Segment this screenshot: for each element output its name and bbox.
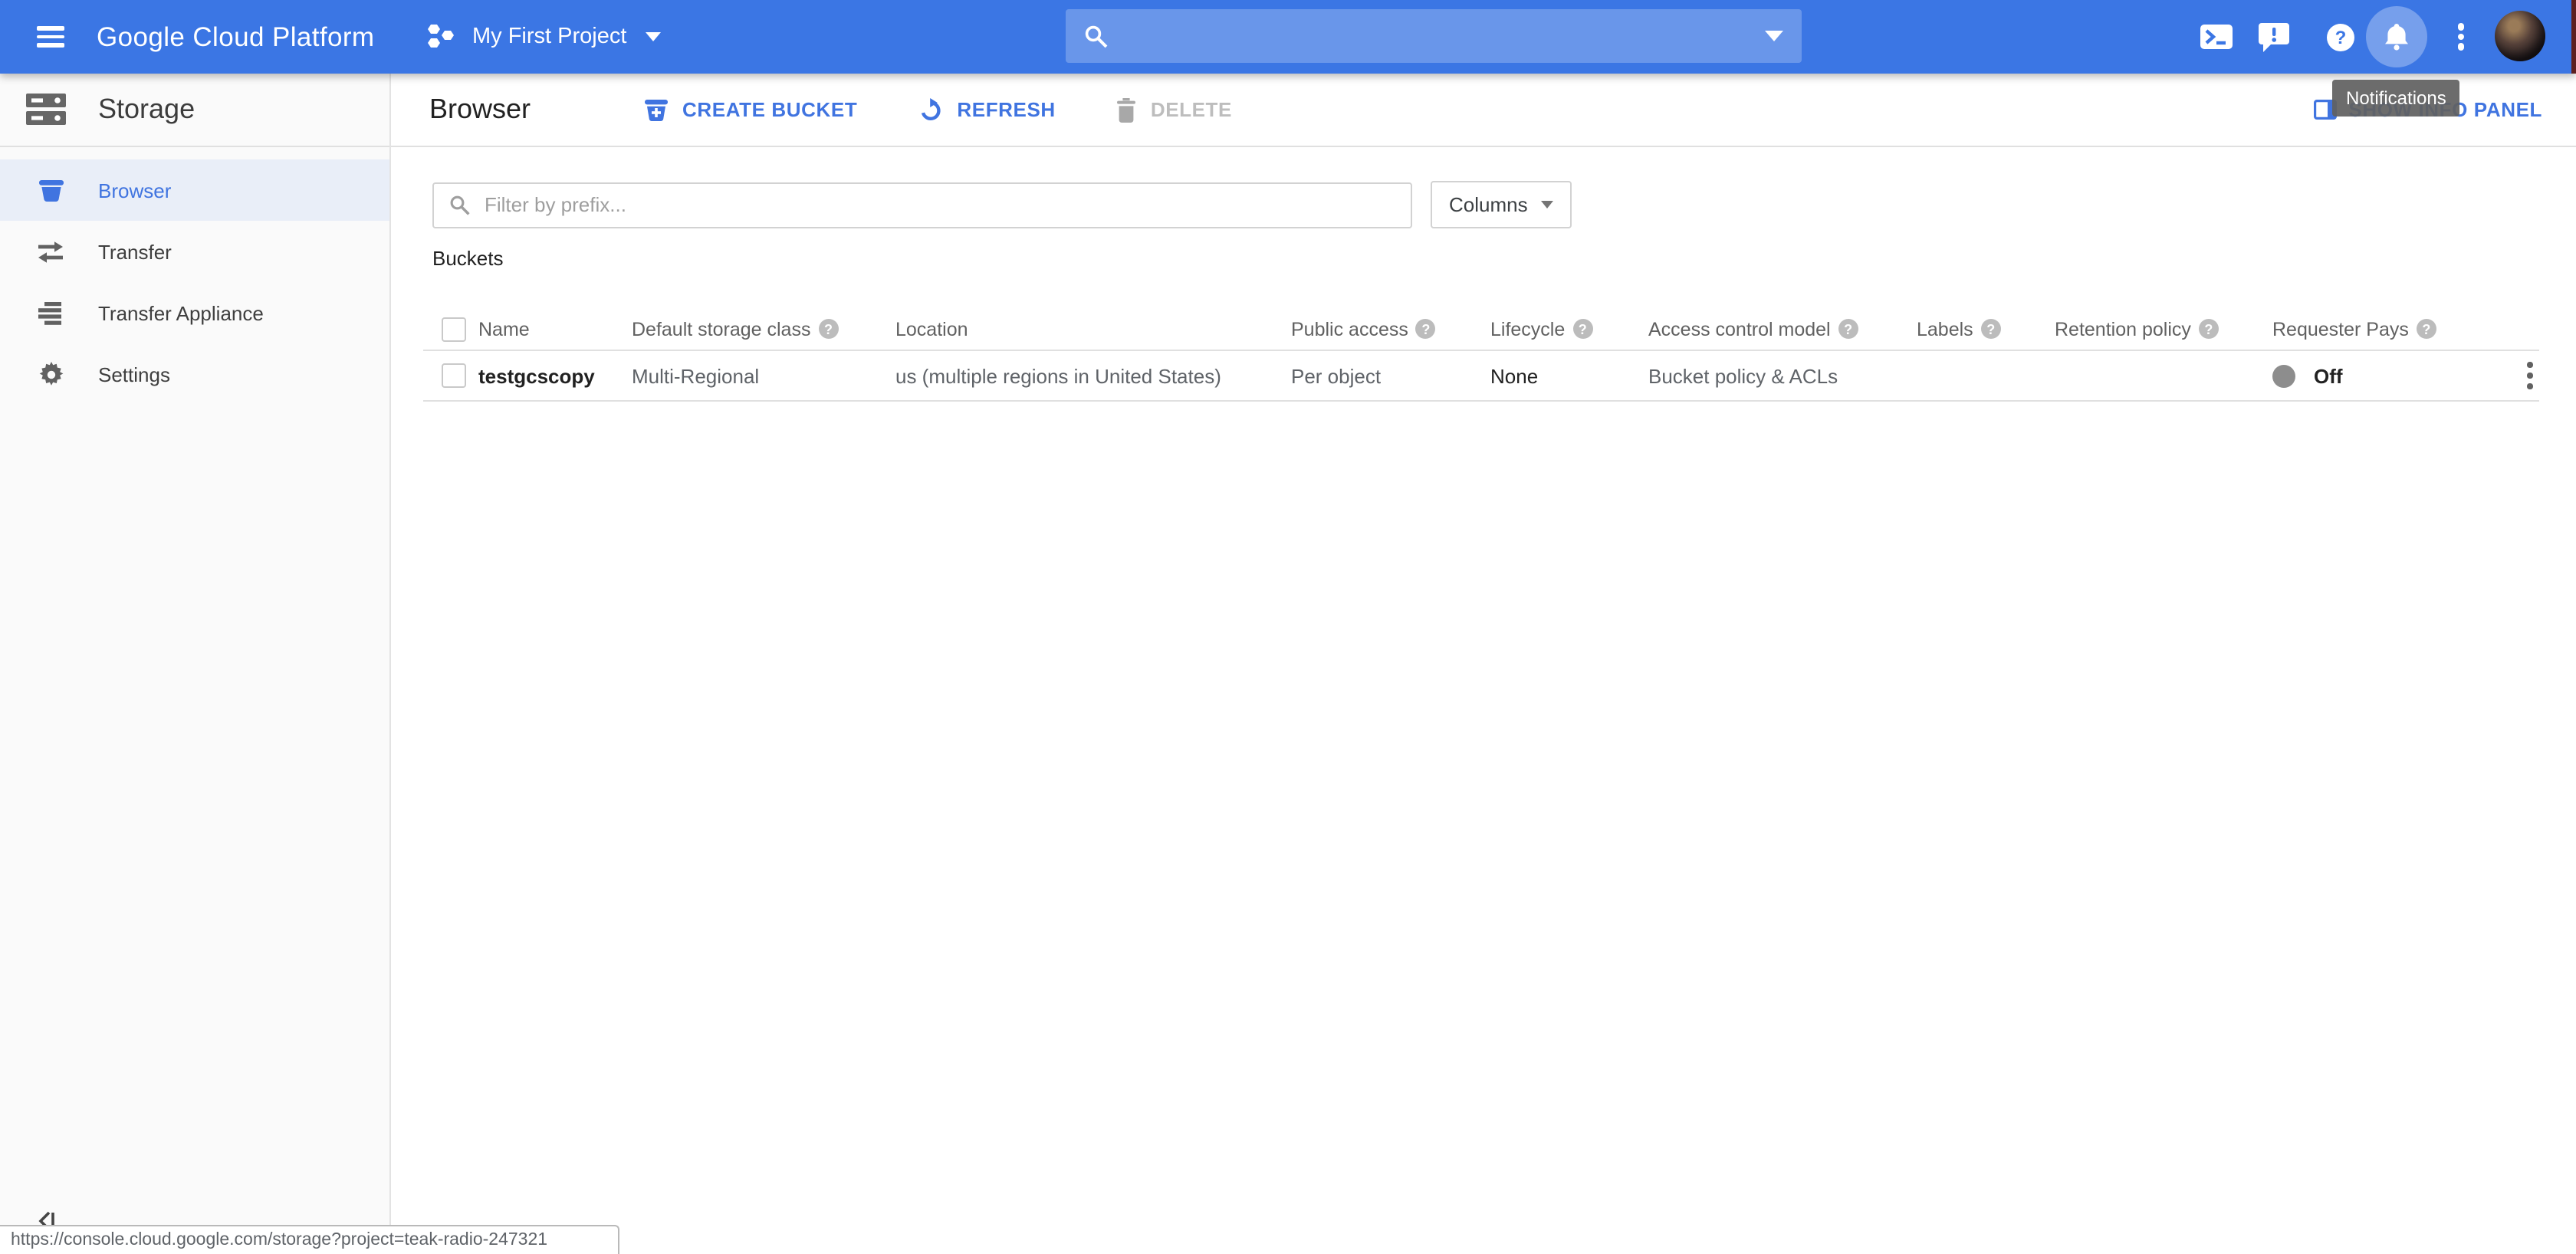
table-row: testgcscopy Multi-Regional us (multiple … xyxy=(423,351,2539,402)
filter-field[interactable] xyxy=(432,182,1412,228)
lifecycle-value: None xyxy=(1490,364,1538,387)
delete-button[interactable]: DELETE xyxy=(1117,97,1232,122)
row-menu-button[interactable] xyxy=(2528,360,2533,392)
page-header: Browser CREATE BUCKET REFRESH xyxy=(391,74,2576,147)
gcp-console: Google Cloud Platform My First Project xyxy=(0,0,2576,1254)
create-bucket-label: CREATE BUCKET xyxy=(682,98,857,121)
global-search[interactable] xyxy=(1066,9,1802,63)
sidebar-item-label: Settings xyxy=(98,363,170,386)
location-value: us (multiple regions in United States) xyxy=(895,364,1221,387)
storage-product-icon xyxy=(26,94,66,126)
columns-label: Columns xyxy=(1449,193,1528,216)
col-header-storage-class[interactable]: Default storage class xyxy=(632,318,810,340)
product-header: Storage xyxy=(0,74,389,147)
filter-row: Columns xyxy=(432,181,2576,228)
col-header-name[interactable]: Name xyxy=(478,318,530,340)
table-header-row: Name Default storage class ? Location Pu… xyxy=(423,308,2539,351)
storage-class-value: Multi-Regional xyxy=(632,364,759,387)
project-name: My First Project xyxy=(472,25,626,49)
notifications-bell-icon xyxy=(2383,23,2410,51)
sidebar-item-transfer-appliance[interactable]: Transfer Appliance xyxy=(0,282,389,343)
requester-pays-off-indicator xyxy=(2272,364,2295,387)
help-icon[interactable]: ? xyxy=(2417,319,2436,339)
help-icon[interactable]: ? xyxy=(2199,319,2219,339)
help-icon[interactable]: ? xyxy=(1838,319,1858,339)
col-header-access-control[interactable]: Access control model xyxy=(1648,318,1831,340)
help-icon[interactable]: ? xyxy=(1981,319,2001,339)
filter-search-icon xyxy=(449,194,471,215)
col-header-lifecycle[interactable]: Lifecycle xyxy=(1490,318,1565,340)
sidebar-item-settings[interactable]: Settings xyxy=(0,343,389,405)
public-access-value: Per object xyxy=(1291,364,1381,387)
sidebar: Storage Browser xyxy=(0,74,391,1254)
status-bar-url: https://console.cloud.google.com/storage… xyxy=(0,1225,619,1254)
cloud-shell-button[interactable] xyxy=(2197,0,2234,74)
sidebar-nav: Browser Transfer xyxy=(0,159,389,405)
select-all-checkbox[interactable] xyxy=(442,317,466,341)
refresh-button[interactable]: REFRESH xyxy=(918,97,1055,122)
notifications-button[interactable] xyxy=(2366,6,2427,67)
feedback-button[interactable] xyxy=(2256,0,2292,74)
sidebar-item-label: Transfer xyxy=(98,240,172,263)
requester-pays-value: Off xyxy=(2314,364,2343,387)
appliance-list-icon xyxy=(37,299,64,327)
col-header-retention[interactable]: Retention policy xyxy=(2055,318,2191,340)
search-dropdown-caret-icon[interactable] xyxy=(1765,31,1783,41)
columns-button[interactable]: Columns xyxy=(1431,181,1572,228)
dropdown-caret-icon xyxy=(645,32,660,41)
refresh-label: REFRESH xyxy=(957,98,1055,121)
delete-icon xyxy=(1117,97,1137,122)
col-header-requester-pays[interactable]: Requester Pays xyxy=(2272,318,2409,340)
project-switcher[interactable]: My First Project xyxy=(426,0,660,74)
app-bar: Google Cloud Platform My First Project xyxy=(0,0,2576,74)
columns-caret-icon xyxy=(1542,201,1554,208)
col-header-labels[interactable]: Labels xyxy=(1917,318,1973,340)
help-icon[interactable]: ? xyxy=(1416,319,1436,339)
row-checkbox[interactable] xyxy=(442,363,466,388)
buckets-section-label: Buckets xyxy=(432,247,2576,270)
transfer-arrows-icon xyxy=(37,238,64,265)
toolbar: CREATE BUCKET REFRESH DELETE xyxy=(644,97,1232,122)
project-hexagons-icon xyxy=(426,23,457,51)
notifications-tooltip: Notifications xyxy=(2332,80,2460,117)
create-bucket-button[interactable]: CREATE BUCKET xyxy=(644,97,857,122)
col-header-location[interactable]: Location xyxy=(895,318,968,340)
cloud-shell-icon xyxy=(2200,25,2232,49)
svg-text:?: ? xyxy=(2334,27,2346,48)
avatar[interactable] xyxy=(2495,11,2545,61)
create-bucket-icon xyxy=(644,97,669,122)
help-icon[interactable]: ? xyxy=(1572,319,1592,339)
search-icon xyxy=(1084,24,1109,48)
product-title: Storage xyxy=(98,94,195,126)
bucket-icon xyxy=(37,176,64,204)
sidebar-item-transfer[interactable]: Transfer xyxy=(0,221,389,282)
hamburger-icon[interactable] xyxy=(37,26,64,48)
main-content: Columns Buckets Name Default storage cla… xyxy=(391,147,2576,1254)
logo-text: Google Cloud Platform xyxy=(97,0,374,74)
buckets-table: Name Default storage class ? Location Pu… xyxy=(423,308,2539,402)
sidebar-item-label: Browser xyxy=(98,179,171,202)
edge-sliver xyxy=(2571,0,2576,74)
sidebar-item-label: Transfer Appliance xyxy=(98,301,264,324)
col-header-public-access[interactable]: Public access xyxy=(1291,318,1408,340)
filter-input[interactable] xyxy=(485,193,1395,216)
search-input[interactable] xyxy=(1124,24,1753,48)
help-button[interactable]: ? xyxy=(2321,0,2358,74)
feedback-icon xyxy=(2259,22,2289,51)
delete-label: DELETE xyxy=(1151,98,1232,121)
help-icon: ? xyxy=(2325,22,2354,51)
help-icon[interactable]: ? xyxy=(818,319,838,339)
refresh-icon xyxy=(918,97,943,122)
access-control-value: Bucket policy & ACLs xyxy=(1648,364,1838,387)
more-vertical-icon[interactable] xyxy=(2450,0,2472,74)
bucket-name-link[interactable]: testgcscopy xyxy=(478,364,595,387)
sidebar-item-browser[interactable]: Browser xyxy=(0,159,389,221)
page-title: Browser xyxy=(429,94,531,126)
gear-icon xyxy=(37,360,64,388)
